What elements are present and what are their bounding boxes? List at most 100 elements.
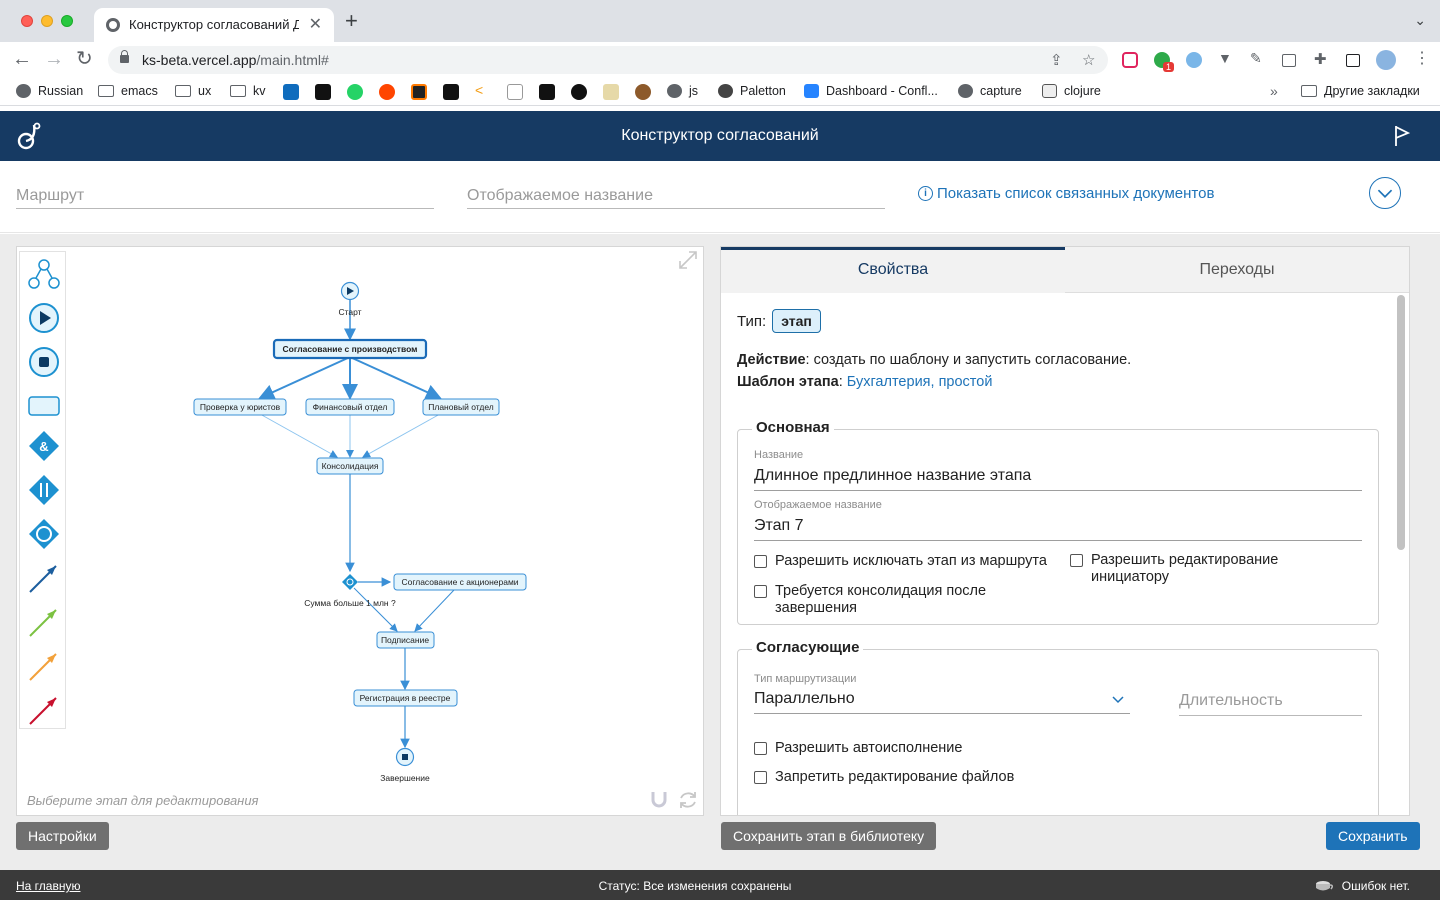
stage-approval-production[interactable]: Согласование с производством (272, 338, 428, 360)
stage-consolidation[interactable]: Консолидация (316, 457, 384, 475)
scrollbar[interactable] (1397, 295, 1405, 550)
bookmark-dashboard[interactable]: Dashboard - Confl... (804, 84, 938, 98)
bookmark-js[interactable]: js (667, 84, 698, 98)
extensions-puzzle-icon[interactable]: ✚ (1314, 50, 1330, 68)
stage-planning[interactable]: Плановый отдел (422, 398, 500, 416)
refresh-icon[interactable] (677, 789, 699, 811)
route-bar: Маршрут Отображаемое название i Показать… (0, 161, 1440, 233)
bookmark-star-icon[interactable]: ☆ (1082, 51, 1095, 69)
checkbox-box[interactable] (754, 742, 767, 755)
settings-button[interactable]: Настройки (16, 822, 109, 850)
magnet-icon[interactable] (649, 789, 669, 809)
bookmark-kv[interactable]: kv (230, 84, 266, 98)
minimize-window-button[interactable] (41, 15, 53, 27)
sidebar-icon[interactable] (1346, 54, 1360, 67)
auto-execution-checkbox[interactable]: Разрешить автоисполнение (754, 740, 1074, 757)
flag-icon[interactable] (1394, 125, 1410, 147)
name-label: Название (754, 449, 804, 461)
stage-registry[interactable]: Регистрация в реестре (353, 689, 458, 707)
other-bookmarks[interactable]: Другие закладки (1301, 84, 1420, 98)
maximize-window-button[interactable] (61, 15, 73, 27)
name-input[interactable]: Длинное предлинное название этапа (754, 467, 1362, 491)
stage-label: Регистрация в реестре (360, 693, 451, 703)
linked-docs-link[interactable]: i Показать список связанных документов (918, 185, 1214, 202)
tab-properties[interactable]: Свойства (721, 247, 1065, 293)
share-nodes-icon[interactable]: < (475, 82, 491, 98)
consolidation-checkbox[interactable]: Требуется консолидация после завершения (754, 583, 1014, 617)
tab-title: Конструктор согласований Д (129, 17, 299, 32)
close-tab-icon[interactable]: ✕ (309, 14, 322, 34)
pocket-extension-icon[interactable] (1122, 52, 1138, 68)
globe-icon (106, 18, 120, 32)
medium-icon[interactable] (539, 84, 555, 100)
vue-extension-icon[interactable]: ▼ (1218, 50, 1234, 66)
reload-icon[interactable]: ↻ (76, 48, 93, 70)
browser-menu-icon[interactable]: ⋮ (1414, 48, 1430, 67)
checkbox-box[interactable] (754, 585, 767, 598)
app-header: Конструктор согласований (0, 111, 1440, 161)
browser-toolbar: ← → ↻ ks-beta.vercel.app/main.html# ⇪ ☆ … (0, 42, 1440, 78)
duration-input[interactable]: Длительность (1179, 692, 1362, 716)
type-row: Тип: этап (737, 309, 821, 333)
more-bookmarks-icon[interactable]: » (1270, 83, 1278, 99)
condition-gateway[interactable] (342, 574, 358, 590)
bookmark-capture[interactable]: capture (958, 84, 1022, 98)
address-bar[interactable]: ks-beta.vercel.app/main.html# ⇪ ☆ (108, 46, 1108, 74)
checkbox-box[interactable] (1070, 554, 1083, 567)
end-node[interactable] (395, 747, 415, 767)
bookmark-paletton[interactable]: Paletton (718, 84, 786, 98)
back-icon[interactable]: ← (12, 48, 32, 70)
template-link[interactable]: Бухгалтерия, простой (847, 374, 993, 390)
stage-signing[interactable]: Подписание (376, 631, 435, 649)
action-row: Действие: создать по шаблону и запустить… (737, 352, 1131, 368)
coffee-cup-icon (1315, 881, 1333, 891)
approvers-group: Согласующие Тип маршрутизации Параллельн… (737, 639, 1379, 815)
exclude-stage-checkbox[interactable]: Разрешить исключать этап из маршрута (754, 553, 1054, 570)
dog-icon[interactable] (635, 84, 651, 100)
routing-type-select[interactable]: Параллельно (754, 690, 1130, 714)
errors-indicator: Ошибок нет. (1314, 879, 1410, 893)
display-name-field[interactable]: Этап 7 (754, 517, 1362, 541)
checkbox-box[interactable] (754, 771, 767, 784)
app-icon[interactable] (603, 84, 619, 100)
gear-app-icon[interactable] (411, 84, 427, 100)
tab-search-icon[interactable]: ⌄ (1414, 12, 1426, 29)
eyedropper-extension-icon[interactable]: ✎ (1250, 50, 1266, 66)
forbid-file-edit-checkbox[interactable]: Запретить редактирование файлов (754, 769, 1074, 786)
bookmark-ux[interactable]: ux (175, 84, 211, 98)
browser-tab[interactable]: Конструктор согласований Д ✕ (94, 8, 334, 42)
diagram-canvas-panel[interactable]: & Старт Согласование с производством Про… (16, 246, 704, 816)
save-stage-to-library-button[interactable]: Сохранить этап в библиотеку (721, 822, 937, 850)
new-tab-button[interactable]: + (345, 10, 358, 32)
profile-avatar[interactable] (1376, 50, 1396, 70)
stage-shareholders[interactable]: Согласование с акционерами (393, 573, 527, 591)
outlook-icon[interactable] (283, 84, 299, 100)
forward-icon[interactable]: → (44, 48, 64, 70)
ycombinator-icon[interactable] (507, 84, 523, 100)
close-window-button[interactable] (21, 15, 33, 27)
stage-legal-check[interactable]: Проверка у юристов (193, 398, 287, 416)
reddit-icon[interactable] (379, 84, 395, 100)
c-app-icon[interactable] (315, 84, 331, 100)
save-button[interactable]: Сохранить (1326, 822, 1420, 850)
initiator-edit-checkbox[interactable]: Разрешить редактирование инициатору (1070, 552, 1330, 586)
info-icon: i (918, 186, 933, 201)
display-name-input[interactable]: Отображаемое название (467, 187, 885, 209)
terminal-icon[interactable] (443, 84, 459, 100)
compass-extension-icon[interactable] (1186, 52, 1202, 68)
stage-label: Подписание (381, 635, 429, 645)
medium-dots-icon[interactable] (571, 84, 587, 100)
bookmark-russian[interactable]: Russian (16, 84, 83, 98)
tab-transitions[interactable]: Переходы (1065, 247, 1409, 293)
bookmark-emacs[interactable]: emacs (98, 84, 158, 98)
share-icon[interactable]: ⇪ (1050, 51, 1063, 69)
stage-finance[interactable]: Финансовый отдел (305, 398, 395, 416)
collapse-chevron-icon[interactable] (1369, 177, 1401, 209)
whatsapp-icon[interactable] (347, 84, 363, 100)
screenshot-extension-icon[interactable] (1282, 54, 1296, 67)
bookmark-clojure[interactable]: clojure (1042, 84, 1101, 98)
start-node[interactable] (340, 281, 360, 301)
checkbox-box[interactable] (754, 555, 767, 568)
route-input[interactable]: Маршрут (16, 187, 434, 209)
diagram-nodes: Старт Согласование с производством Прове… (193, 281, 527, 783)
